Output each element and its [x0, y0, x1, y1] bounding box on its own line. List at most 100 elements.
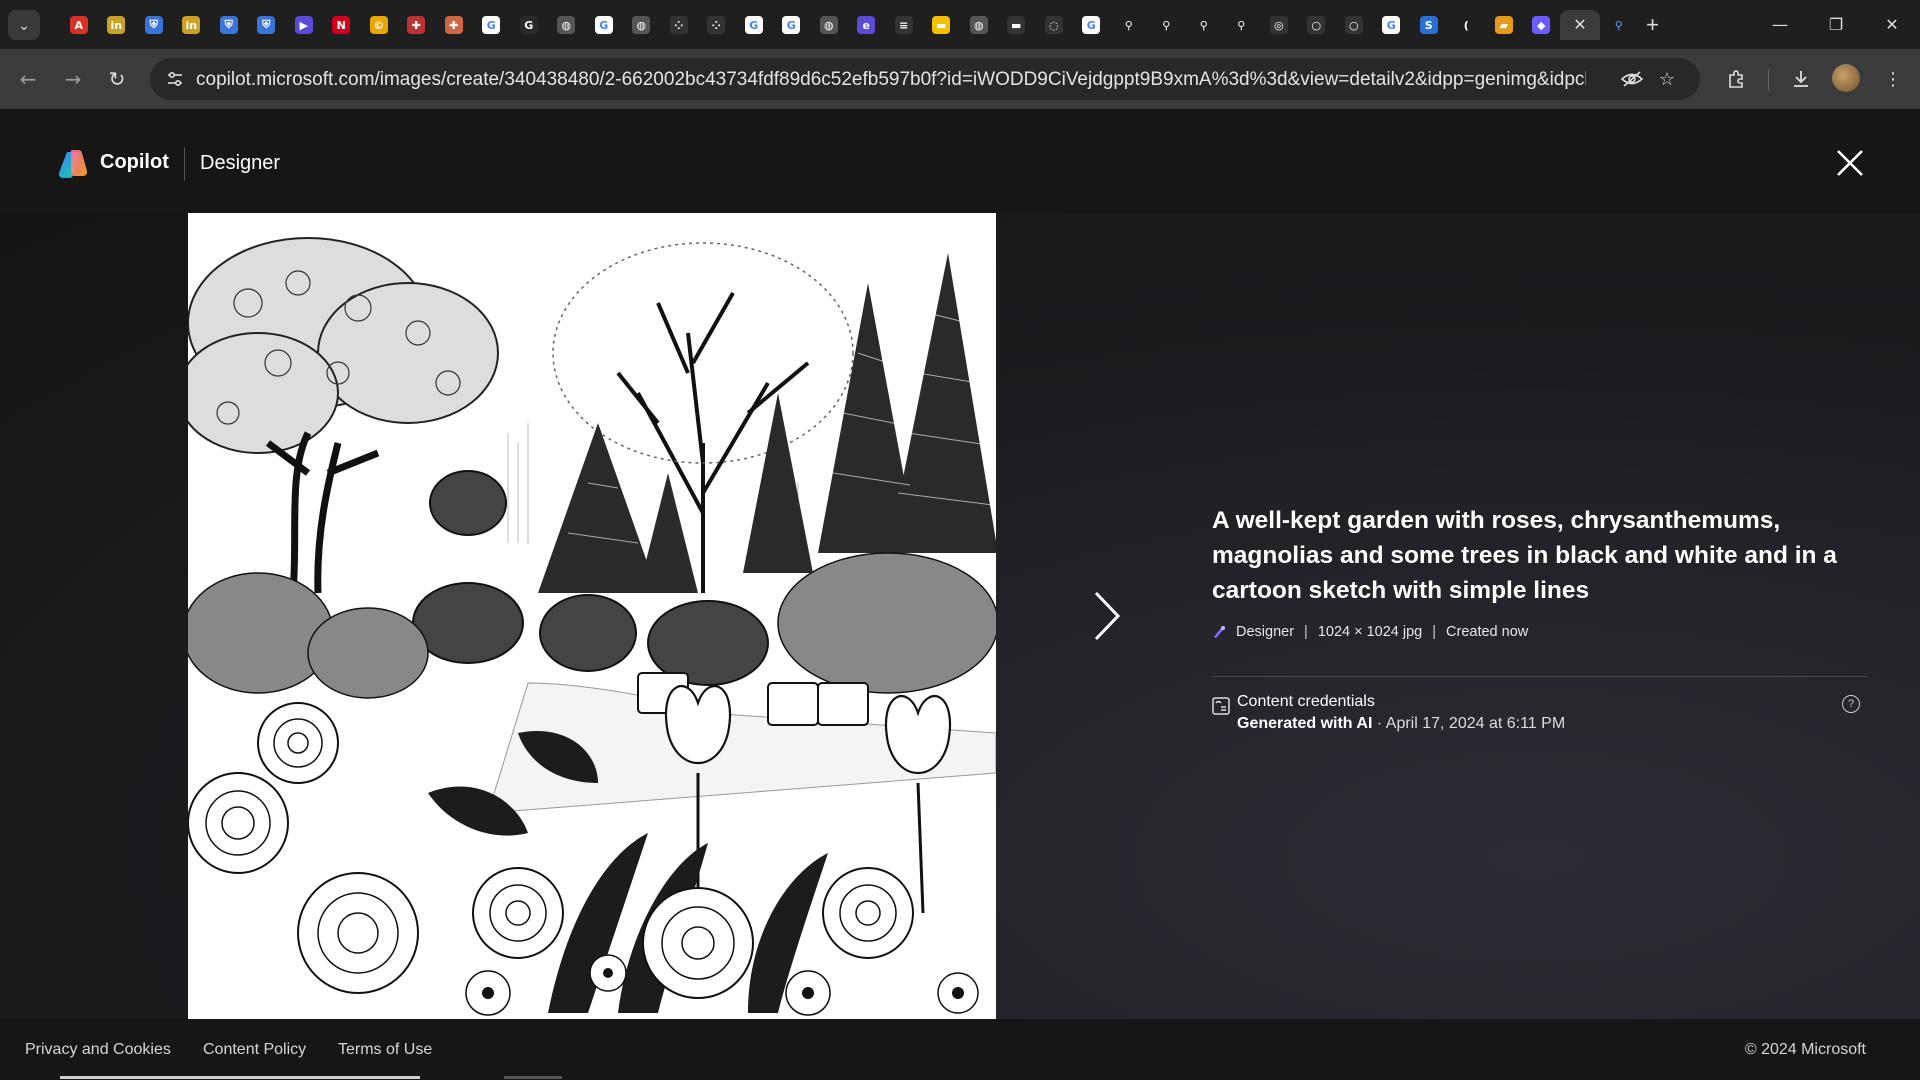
help-icon[interactable]: ? [1842, 695, 1860, 713]
google-icon: G [482, 16, 501, 34]
browser-tab[interactable]: ◎ [1260, 10, 1298, 40]
privacy-cookies-link[interactable]: Privacy and Cookies [25, 1041, 171, 1059]
generated-date: · April 17, 2024 at 6:11 PM [1372, 715, 1566, 732]
search-icon: ⚲ [1194, 16, 1213, 34]
browser-tab[interactable]: ◆ [1523, 10, 1561, 40]
browser-tab[interactable]: ◌ [1035, 10, 1073, 40]
tracking-protection-icon[interactable] [1618, 66, 1646, 92]
browser-tab[interactable]: ▬ [998, 10, 1036, 40]
content-policy-link[interactable]: Content Policy [203, 1041, 306, 1059]
search-icon: ⚲ [1119, 16, 1138, 34]
browser-tab[interactable]: S [1410, 10, 1448, 40]
image-meta: Designer | 1024 × 1024 jpg | Created now [1212, 624, 1867, 640]
browser-tab[interactable]: e [848, 10, 886, 40]
acrobat-icon: A [69, 16, 88, 34]
url-text[interactable]: copilot.microsoft.com/images/create/3404… [196, 69, 1586, 91]
extensions-icon[interactable] [1720, 63, 1754, 95]
reload-icon[interactable]: ↻ [101, 63, 133, 95]
app-icon: ⁘ [669, 16, 688, 34]
browser-tab[interactable]: in [98, 10, 136, 40]
copilot-designer-page: Copilot Designer A well-kept garden with… [0, 109, 1920, 1080]
app-icon: in [107, 16, 126, 34]
browser-tab[interactable]: ▶ [285, 10, 323, 40]
browser-tab[interactable]: ▰ [1485, 10, 1523, 40]
browser-toolbar: ← → ↻ copilot.microsoft.com/images/creat… [0, 49, 1920, 109]
browser-tab[interactable]: ⛨ [135, 10, 173, 40]
brand-divider [184, 147, 185, 181]
meta-separator: | [1432, 624, 1437, 640]
close-window-icon[interactable]: ✕ [1864, 0, 1920, 49]
globe-icon: ◍ [557, 16, 576, 34]
next-image-chevron-icon[interactable] [1090, 589, 1124, 643]
browser-tab[interactable]: ⁘ [660, 10, 698, 40]
search-icon: ⚲ [1614, 18, 1623, 32]
designer-icon [1214, 626, 1225, 638]
meta-separator: | [1304, 624, 1308, 640]
browser-tab[interactable]: ◍ [960, 10, 998, 40]
toolbar-divider [1768, 69, 1769, 91]
browser-tab[interactable]: ⚲ [1110, 10, 1148, 40]
browser-tab[interactable]: G [1373, 10, 1411, 40]
browser-tab[interactable]: ≡ [885, 10, 923, 40]
browser-tab[interactable]: ○ [1298, 10, 1336, 40]
browser-tab[interactable]: ◍ [810, 10, 848, 40]
restore-icon[interactable]: ❐ [1808, 0, 1864, 49]
browser-tab[interactable]: ⁘ [698, 10, 736, 40]
download-icon[interactable] [1784, 63, 1818, 95]
app-icon: ⛨ [219, 16, 238, 34]
browser-tab[interactable]: ✚ [435, 10, 473, 40]
browser-tab[interactable]: © [360, 10, 398, 40]
app-icon: N [332, 16, 351, 34]
browser-tab[interactable]: ◍ [623, 10, 661, 40]
active-browser-tab[interactable]: ✕ [1560, 10, 1600, 40]
tab-close-icon[interactable]: ✕ [1573, 15, 1586, 35]
app-icon: ▬ [932, 16, 951, 34]
browser-tab[interactable]: ⛨ [210, 10, 248, 40]
app-icon: ▬ [1007, 16, 1026, 34]
close-icon[interactable] [1830, 143, 1870, 183]
browser-tab[interactable]: G [585, 10, 623, 40]
browser-tab[interactable]: ⚲ [1148, 10, 1186, 40]
forward-icon[interactable]: → [57, 63, 89, 95]
product-name[interactable]: Designer [200, 152, 280, 175]
tab-search-icon[interactable]: ⌄ [8, 10, 40, 40]
app-icon: ◎ [1269, 16, 1288, 34]
browser-tab[interactable]: ◍ [548, 10, 586, 40]
brand-name[interactable]: Copilot [100, 151, 169, 174]
google-icon: G [1082, 16, 1101, 34]
browser-tab[interactable]: A [60, 10, 98, 40]
browser-tab[interactable]: ▬ [923, 10, 961, 40]
browser-tab[interactable]: ⚲ [1185, 10, 1223, 40]
browser-tab[interactable]: G [773, 10, 811, 40]
new-tab-icon[interactable]: + [1638, 10, 1668, 40]
menu-kebab-icon[interactable]: ⋮ [1876, 63, 1910, 95]
browser-tab[interactable]: G [735, 10, 773, 40]
address-bar[interactable]: copilot.microsoft.com/images/create/3404… [150, 58, 1700, 100]
google-icon: G [594, 16, 613, 34]
browser-tab[interactable]: G [510, 10, 548, 40]
browser-tab[interactable]: N [323, 10, 361, 40]
browser-tab[interactable]: ⚲ [1600, 10, 1638, 40]
image-prompt-title: A well-kept garden with roses, chrysanth… [1212, 507, 1837, 604]
back-icon[interactable]: ← [12, 63, 44, 95]
terms-of-use-link[interactable]: Terms of Use [338, 1041, 432, 1059]
profile-avatar[interactable] [1832, 64, 1860, 92]
bookmark-star-icon[interactable]: ☆ [1653, 66, 1681, 92]
minimize-icon[interactable]: — [1752, 0, 1808, 49]
browser-tab[interactable]: ( [1448, 10, 1486, 40]
browser-tab[interactable]: in [173, 10, 211, 40]
browser-tab[interactable]: ✚ [398, 10, 436, 40]
tabs-row: Ain ⛨ in ⛨ ⛨ ▶ N © ✚ ✚ G G ◍ G ◍ ⁘ ⁘ G G ◍ e ≡ ▬ ◍ ▬ ◌ G ⚲ ⚲ ⚲ ⚲ ◎ ○ ○ G S(… [60, 10, 1668, 40]
browser-tab[interactable]: ○ [1335, 10, 1373, 40]
meta-source: Designer [1236, 624, 1295, 640]
copilot-logo-icon [58, 149, 88, 179]
generated-image[interactable] [188, 213, 996, 1019]
browser-tab[interactable]: ⛨ [248, 10, 286, 40]
app-icon: ✚ [444, 16, 463, 34]
browser-tab[interactable]: G [473, 10, 511, 40]
browser-tab[interactable]: G [1073, 10, 1111, 40]
site-info-icon[interactable] [160, 64, 190, 94]
browser-tab[interactable]: ⚲ [1223, 10, 1261, 40]
google-icon: G [519, 16, 538, 34]
app-icon: ▰ [1494, 16, 1513, 34]
